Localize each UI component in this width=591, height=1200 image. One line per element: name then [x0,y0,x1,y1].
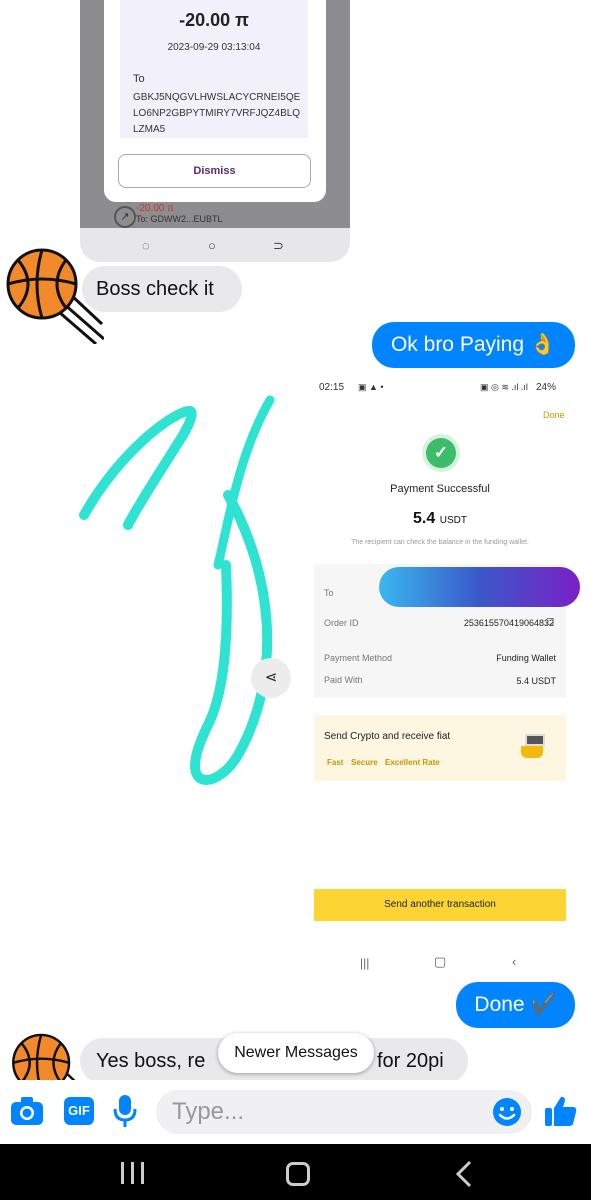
payment-amount-row: 5.4 USDT [310,510,570,528]
system-nav-bar [0,1144,591,1200]
emoji-icon[interactable] [492,1097,522,1127]
dismiss-button: Dismiss [118,154,311,188]
recents-icon: ◌ [142,238,150,253]
check-icon: ✓ [426,438,456,468]
doodle-sticker[interactable] [78,395,278,795]
message-input-box[interactable]: Type... [156,1090,532,1134]
message-text: for 20pi [377,1050,444,1072]
message-incoming[interactable]: Boss check it [82,266,242,312]
battery-level: 24% [536,382,557,393]
status-time: 02:15 [319,382,345,393]
signal-icon: ▣ ◎ ≋ .ıl .ıl [480,382,528,392]
promo-tag: Fast [327,758,344,767]
status-icons: ▣ ▲ • [358,382,384,392]
back-icon[interactable] [455,1160,473,1188]
thumbs-up-icon[interactable] [544,1094,578,1128]
message-outgoing[interactable]: Ok bro Paying 👌 [372,322,575,368]
message-text: Ok bro Paying 👌 [390,333,557,356]
home-icon[interactable] [286,1162,310,1186]
paid-with: 5.4 USDT [516,676,556,686]
message-text: Yes boss, re [96,1050,206,1072]
payment-title: Payment Successful [390,483,490,495]
back-icon: ‹ [512,954,517,969]
message-text: Boss check it [96,278,214,300]
recents-icon: ||| [360,956,370,970]
to-address: GBKJ5NQGVLHWSLACYCRNEI5QELO6NP2GBPYTMIRY… [133,92,301,135]
recents-icon[interactable] [121,1162,145,1184]
payment-currency: USDT [439,515,467,526]
transaction-date: 2023-09-29 03:13:04 [167,42,261,53]
order-id: 253615570419064832 [463,618,554,628]
order-id-label: Order ID [324,618,359,628]
transaction-amount: -20.00 π [179,10,249,30]
back-icon: ⊃ [273,238,284,253]
send-another-button: Send another transaction [314,889,566,921]
microphone-icon[interactable] [112,1094,138,1128]
to-label: To [133,73,145,85]
arrow-up-right-icon: ↗ [114,206,136,228]
peek-recipient: To: GDWW2...EUBTL [136,214,223,224]
payment-method-label: Payment Method [324,653,393,663]
copy-icon: ❐ [546,617,555,627]
payment-method: Funding Wallet [496,653,556,663]
transaction-screenshot[interactable]: -20.00 π 2023-09-29 03:13:04 To GBKJ5NQG… [80,0,350,262]
promo-tag: Excellent Rate [385,758,440,767]
home-icon: ▢ [434,954,447,969]
message-input[interactable]: Type... [172,1098,244,1126]
peek-amount: -20.00 π [136,203,175,214]
message-outgoing[interactable]: Done ✔️ [456,982,575,1028]
payment-screenshot[interactable]: 02:15 ▣ ▲ • ▣ ◎ ≋ .ıl .ıl 24% Done ✓ Pay… [310,372,580,980]
redacted-recipient [379,567,580,607]
promo-tag: Secure [351,758,378,767]
message-text: Done ✔️ [474,993,557,1016]
camera-icon[interactable] [10,1096,44,1126]
newer-messages-button[interactable]: Newer Messages [218,1033,374,1073]
gif-icon[interactable]: GIF [64,1097,94,1125]
cash-icon [521,734,547,760]
done-link: Done [543,410,565,420]
share-icon[interactable]: ⋖ [251,658,291,698]
home-icon: ○ [208,238,216,253]
payment-amount: 5.4 [413,510,436,527]
paid-with-label: Paid With [324,675,363,685]
to-label: To [324,588,334,598]
promo-title: Send Crypto and receive fiat [324,731,451,742]
payment-note: The recipient can check the balance in t… [351,539,529,546]
